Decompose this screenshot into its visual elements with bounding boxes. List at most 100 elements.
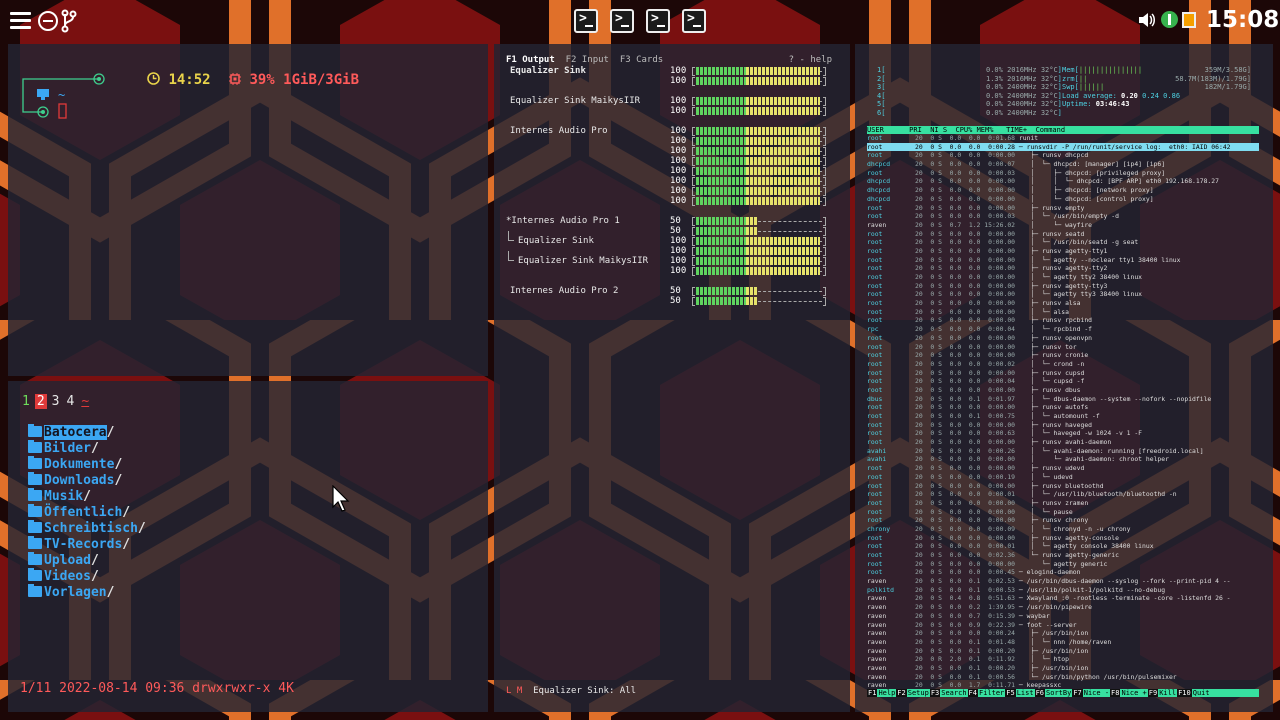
mixer-channel-row[interactable]: 100 [494, 106, 850, 116]
volume-bar[interactable] [692, 297, 826, 306]
volume-bar[interactable] [692, 137, 826, 146]
process-row[interactable]: dhcpcd 20 0 S 0.0 0.0 0:00.00 │ └─ dhcpcd… [867, 195, 1259, 204]
process-row[interactable]: dhcpcd 20 0 S 0.0 0.0 0:00.00 │ ├─ dhcpcd… [867, 186, 1259, 195]
circle-minus-icon[interactable] [38, 11, 58, 31]
process-row[interactable]: root 20 0 S 0.0 0.0 0:00.00 ├─ runsv chro… [867, 516, 1259, 525]
process-row[interactable]: raven 20 0 S 0.4 0.8 0:51.63 ─ Xwayland :… [867, 594, 1259, 603]
process-row[interactable]: raven 20 0 S 0.0 0.1 0:00.20 ├─ /usr/bin/… [867, 647, 1259, 656]
mixer-channel-row[interactable]: 100 [494, 136, 850, 146]
process-row[interactable]: raven 20 0 S 0.0 0.1 0:00.56 └─ /usr/bin/… [867, 673, 1259, 682]
volume-bar[interactable] [692, 237, 826, 246]
file-entry[interactable]: Vorlagen/ [28, 584, 146, 601]
mixer-channel-row[interactable]: Internes Audio Pro 100 [494, 126, 850, 136]
fkey-f6[interactable]: F6 [1034, 689, 1046, 697]
process-row[interactable]: root 20 0 S 0.0 0.0 0:00.02 │ └─ crond -n [867, 360, 1259, 369]
mixer-channel-row[interactable]: *Internes Audio Pro 1 50 [494, 216, 850, 226]
process-row[interactable]: root 20 0 S 0.0 0.0 0:00.00 ├─ runsv blue… [867, 482, 1259, 491]
process-row[interactable]: raven 20 0 S 0.0 0.1 0:00.20 ├─ /usr/bin/… [867, 664, 1259, 673]
mixer-channel-row[interactable]: Equalizer Sink 100 [494, 66, 850, 76]
mixer-channel-row[interactable]: 100 [494, 186, 850, 196]
file-entry[interactable]: Musik/ [28, 488, 146, 505]
process-row[interactable]: root 20 0 S 0.0 0.0 0:02.36 └─ runsv aget… [867, 551, 1259, 560]
process-row[interactable]: root 20 0 S 0.0 0.0 0:01.68 runit [867, 134, 1259, 143]
process-row[interactable]: raven 20 0 S 0.0 0.2 1:39.95 ─ /usr/bin/p… [867, 603, 1259, 612]
process-row[interactable]: root 20 0 S 0.0 0.0 0:00.28 ─ runsvdir -P… [867, 143, 1259, 152]
volume-bar[interactable] [692, 67, 826, 76]
mixer-channel-row[interactable]: 100 [494, 266, 850, 276]
git-branch-icon[interactable] [60, 9, 78, 33]
process-row[interactable]: dhcpcd 20 0 S 0.0 0.0 0:00.07 │ └─ dhcpcd… [867, 160, 1259, 169]
tab-cards[interactable]: F3 Cards [620, 55, 663, 65]
tab-2[interactable]: 2 [34, 394, 47, 409]
mixer-channel-row[interactable]: Internes Audio Pro 2 50 [494, 286, 850, 296]
process-row[interactable]: root 20 0 S 0.0 0.0 0:00.00 ├─ runsv tor [867, 343, 1259, 352]
fkey-label[interactable]: Filter [978, 689, 1005, 697]
process-row[interactable]: raven 20 0 S 0.0 0.0 0:00.24 ├─ /usr/bin/… [867, 629, 1259, 638]
process-row[interactable]: root 20 0 S 0.0 0.0 0:00.00 ├─ runsv aget… [867, 264, 1259, 273]
file-entry[interactable]: TV-Records/ [28, 536, 146, 553]
menu-icon[interactable] [10, 12, 31, 30]
htop-process-list[interactable]: root 20 0 S 0.0 0.0 0:01.68 runit root 20 0… [867, 134, 1259, 692]
volume-bar[interactable] [692, 187, 826, 196]
process-row[interactable]: dhcpcd 20 0 S 0.0 0.0 0:00.00 │ │ └─ dhcp… [867, 177, 1259, 186]
mixer-channel-row[interactable]: Equalizer Sink 100 [494, 231, 850, 246]
file-entry[interactable]: Bilder/ [28, 440, 146, 457]
fkey-label[interactable]: Kill [1158, 689, 1177, 697]
process-row[interactable]: rpc 20 0 S 0.0 0.0 0:00.04 │ └─ rpcbind -… [867, 325, 1259, 334]
process-row[interactable]: root 20 0 S 0.0 0.0 0:00.00 ├─ runsv auto… [867, 403, 1259, 412]
volume-bar[interactable] [692, 97, 826, 106]
process-row[interactable]: root 20 0 S 0.0 0.0 0:00.01 │ └─ agetty c… [867, 542, 1259, 551]
terminal-launcher-2[interactable]: > [610, 9, 634, 33]
volume-icon[interactable] [1137, 11, 1155, 34]
volume-bar[interactable] [692, 177, 826, 186]
file-entry[interactable]: Batocera/ [28, 424, 146, 441]
process-row[interactable]: raven 20 0 S 0.0 0.1 0:01.48 │ └─ nnn /ho… [867, 638, 1259, 647]
volume-bar[interactable] [692, 147, 826, 156]
process-row[interactable]: root 20 0 S 0.0 0.0 0:00.03 │ └─ /usr/bin… [867, 212, 1259, 221]
mixer-channel-row[interactable]: 100 [494, 76, 850, 86]
process-row[interactable]: root 20 0 S 0.0 0.0 0:00.00 ├─ runsv dhcp… [867, 151, 1259, 160]
process-row[interactable]: root 20 0 S 0.0 0.0 0:00.00 │ └─ alsa [867, 308, 1259, 317]
process-row[interactable]: root 20 0 S 0.0 0.0 0:00.00 │ └─ pause [867, 508, 1259, 517]
mixer-channel-row[interactable]: 100 [494, 196, 850, 206]
volume-bar[interactable] [692, 107, 826, 116]
battery-icon[interactable] [1182, 12, 1196, 28]
mixer-channel-row[interactable]: Equalizer Sink MaikysIIR 100 [494, 251, 850, 266]
fkey-label[interactable]: SortBy [1045, 689, 1072, 697]
fkey-f10[interactable]: F10 [1177, 689, 1192, 697]
mixer-channel-row[interactable]: 50 [494, 296, 850, 306]
process-row[interactable]: root 20 0 S 0.0 0.0 0:00.00 ├─ runsv cron… [867, 351, 1259, 360]
process-row[interactable]: root 20 0 S 0.0 0.0 0:00.00 ├─ runsv udev… [867, 464, 1259, 473]
fkey-label[interactable]: Nice + [1120, 689, 1147, 697]
volume-bar[interactable] [692, 197, 826, 206]
fkey-f7[interactable]: F7 [1072, 689, 1083, 697]
fkey-f4[interactable]: F4 [967, 689, 978, 697]
process-row[interactable]: root 20 0 S 0.0 0.0 0:00.00 ├─ runsv dbus [867, 386, 1259, 395]
fkey-f9[interactable]: F9 [1147, 689, 1159, 697]
process-row[interactable]: root 20 0 S 0.0 0.0 0:00.00 ├─ runsv zram… [867, 499, 1259, 508]
tab-input[interactable]: F2 Input [566, 55, 609, 65]
volume-bar[interactable] [692, 77, 826, 86]
process-row[interactable]: root 20 0 S 0.0 0.0 0:00.00 └─ agetty gen… [867, 560, 1259, 569]
fkey-label[interactable]: Nice - [1083, 689, 1110, 697]
fkey-label[interactable]: Quit [1192, 689, 1211, 697]
terminal-launcher-4[interactable]: > [682, 9, 706, 33]
process-row[interactable]: raven 20 0 S 0.0 0.7 0:15.39 ─ waybar [867, 612, 1259, 621]
process-row[interactable]: root 20 0 S 0.0 0.0 0:00.00 ├─ runsv avah… [867, 438, 1259, 447]
mixer-channel-row[interactable]: 100 [494, 156, 850, 166]
process-row[interactable]: root 20 0 S 0.0 0.0 0:00.00 │ └─ agetty -… [867, 256, 1259, 265]
tab-output[interactable]: F1 Output [506, 55, 555, 65]
file-entry[interactable]: Öffentlich/ [28, 504, 146, 521]
fkey-f5[interactable]: F5 [1005, 689, 1016, 697]
process-row[interactable]: root 20 0 S 0.0 0.0 0:00.45 ─ elogind-dae… [867, 568, 1259, 577]
fkey-label[interactable]: Help [877, 689, 896, 697]
process-row[interactable]: root 20 0 S 0.0 0.0 0:00.01 │ └─ /usr/lib… [867, 490, 1259, 499]
file-entry[interactable]: Videos/ [28, 568, 146, 585]
process-row[interactable]: chrony 20 0 S 0.0 0.0 0:00.09 │ └─ chrony… [867, 525, 1259, 534]
tab-1[interactable]: 1 [20, 394, 32, 409]
file-entry[interactable]: Upload/ [28, 552, 146, 569]
mixer-channel-row[interactable]: 100 [494, 166, 850, 176]
process-row[interactable]: root 20 0 S 0.0 0.0 0:00.19 │ └─ udevd [867, 473, 1259, 482]
volume-bar[interactable] [692, 227, 826, 236]
volume-bar[interactable] [692, 167, 826, 176]
